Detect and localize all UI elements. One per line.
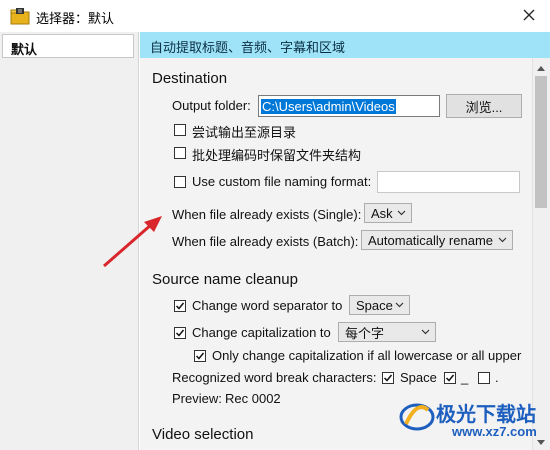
info-banner: 自动提取标题、音频、字幕和区域 bbox=[140, 32, 550, 58]
custom-naming-label: Use custom file naming format: bbox=[192, 174, 372, 189]
exists-batch-value: Automatically rename bbox=[368, 232, 493, 248]
banner-text: 自动提取标题、音频、字幕和区域 bbox=[150, 40, 346, 55]
word-break-label: Recognized word break characters: bbox=[172, 370, 377, 385]
exists-batch-dropdown[interactable]: Automatically rename bbox=[361, 230, 513, 250]
keep-folder-structure-label: 批处理编码时保留文件夹结构 bbox=[192, 148, 362, 163]
chevron-down-icon bbox=[498, 237, 507, 243]
scroll-thumb[interactable] bbox=[535, 76, 547, 208]
video-selection-heading: Video selection bbox=[152, 426, 254, 443]
capitalization-checkbox[interactable] bbox=[174, 327, 186, 339]
only-lowercase-label: Only change capitalization if all lowerc… bbox=[212, 348, 522, 363]
custom-naming-input[interactable] bbox=[377, 171, 520, 193]
chevron-down-icon bbox=[397, 210, 406, 216]
check-icon bbox=[175, 302, 185, 310]
break-underscore-label: _ bbox=[461, 370, 469, 385]
red-arrow-icon bbox=[100, 210, 166, 270]
exists-batch-label: When file already exists (Batch): bbox=[172, 234, 359, 249]
break-dot-checkbox[interactable] bbox=[478, 372, 490, 384]
capitalization-value: 每个字 bbox=[345, 325, 385, 341]
chevron-down-icon bbox=[421, 329, 430, 335]
chevron-down-icon bbox=[395, 302, 404, 308]
scroll-up-button[interactable] bbox=[532, 58, 550, 75]
keep-folder-structure-checkbox[interactable] bbox=[174, 147, 186, 159]
try-source-dir-label: 尝试输出至源目录 bbox=[192, 125, 297, 140]
chevron-up-icon bbox=[537, 59, 545, 74]
word-separator-checkbox[interactable] bbox=[174, 300, 186, 312]
check-icon bbox=[195, 352, 205, 360]
folder-lock-icon bbox=[10, 7, 30, 25]
exists-single-label: When file already exists (Single): bbox=[172, 207, 362, 222]
exists-single-dropdown[interactable]: Ask bbox=[364, 203, 412, 223]
browse-button[interactable]: 浏览... bbox=[446, 94, 522, 118]
chevron-down-icon bbox=[537, 433, 545, 448]
break-space-checkbox[interactable] bbox=[382, 372, 394, 384]
source-cleanup-heading: Source name cleanup bbox=[152, 271, 298, 288]
break-dot-label: . bbox=[495, 370, 499, 385]
word-separator-dropdown[interactable]: Space bbox=[349, 295, 410, 315]
watermark-logo-icon bbox=[398, 396, 436, 434]
destination-heading: Destination bbox=[152, 70, 228, 87]
check-icon bbox=[175, 329, 185, 337]
output-folder-label: Output folder: bbox=[172, 98, 251, 113]
break-underscore-checkbox[interactable] bbox=[444, 372, 456, 384]
preview-label: Preview: bbox=[172, 391, 222, 406]
preview-value: Rec 0002 bbox=[225, 391, 281, 406]
exists-single-value: Ask bbox=[371, 205, 393, 221]
word-separator-value: Space bbox=[356, 297, 393, 313]
only-lowercase-checkbox[interactable] bbox=[194, 350, 206, 362]
check-icon bbox=[445, 374, 455, 382]
close-button[interactable] bbox=[516, 4, 542, 28]
watermark-text: 极光下载站 bbox=[436, 404, 536, 426]
window-title: 选择器：默认 bbox=[36, 11, 115, 26]
try-source-dir-checkbox[interactable] bbox=[174, 124, 186, 136]
output-folder-input[interactable]: C:\Users\admin\Videos bbox=[258, 95, 440, 117]
capitalization-label: Change capitalization to bbox=[192, 325, 331, 340]
word-separator-label: Change word separator to bbox=[192, 298, 343, 313]
close-icon bbox=[523, 9, 535, 24]
output-folder-value: C:\Users\admin\Videos bbox=[261, 98, 396, 114]
sidebar-item-default[interactable]: 默认 bbox=[2, 34, 134, 58]
custom-naming-checkbox[interactable] bbox=[174, 176, 186, 188]
sidebar-item-label: 默认 bbox=[11, 42, 38, 57]
watermark-url: www.xz7.com bbox=[452, 424, 537, 439]
capitalization-dropdown[interactable]: 每个字 bbox=[338, 322, 436, 342]
break-space-label: Space bbox=[400, 370, 437, 385]
check-icon bbox=[383, 374, 393, 382]
